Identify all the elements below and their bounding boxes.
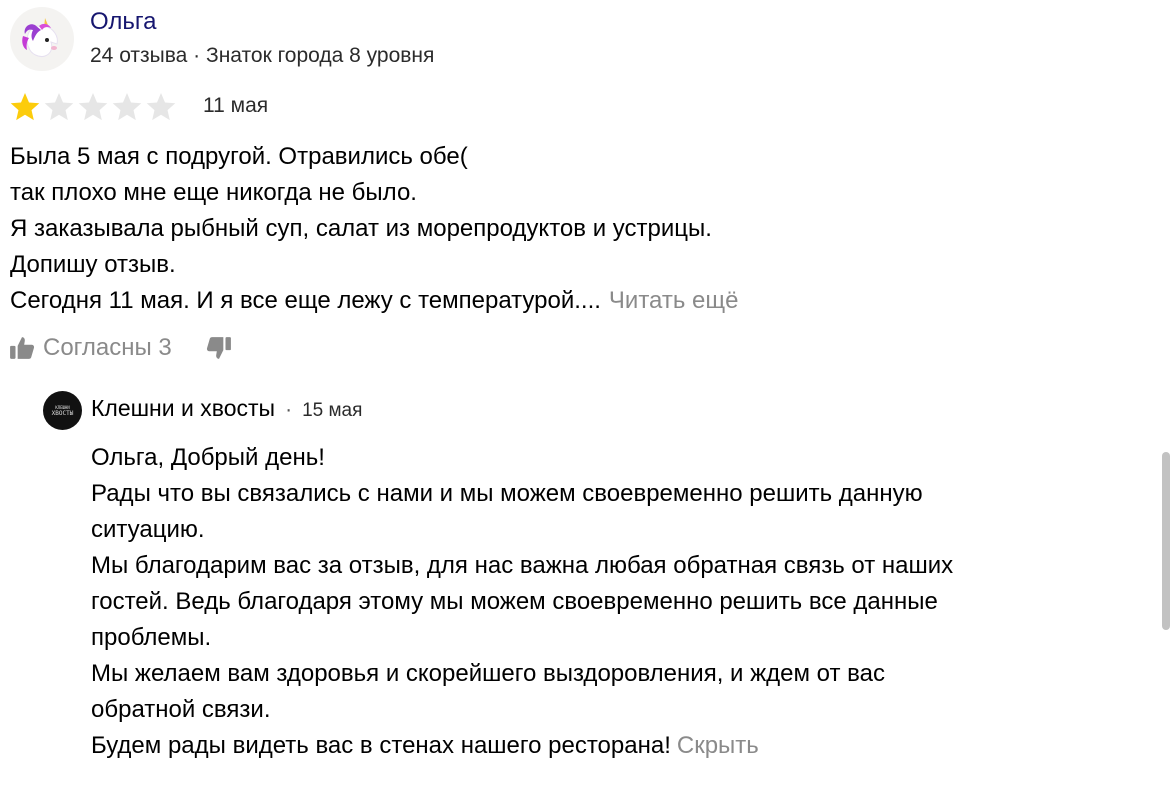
reply-text: Ольга, Добрый день! Рады что вы связалис… bbox=[91, 440, 1101, 764]
review-text-line: так плохо мне еще никогда не было. bbox=[10, 179, 417, 206]
reply-text-line: проблемы. bbox=[91, 624, 212, 651]
author-meta: 24 отзыва · Знаток города 8 уровня bbox=[90, 44, 435, 67]
review-text-line: Сегодня 11 мая. И я все еще лежу с темпе… bbox=[10, 283, 1110, 319]
reply-date: 15 мая bbox=[302, 400, 363, 421]
read-more-link[interactable]: Читать ещё bbox=[609, 287, 739, 314]
business-name[interactable]: Клешни и хвосты bbox=[91, 395, 275, 422]
dislike-button[interactable] bbox=[206, 335, 232, 361]
reply-text-line: Будем рады видеть вас в стенах нашего ре… bbox=[91, 728, 1101, 764]
reply-text-line: Ольга, Добрый день! bbox=[91, 444, 325, 471]
vote-bar: Согласны 3 bbox=[9, 334, 232, 362]
rating-stars bbox=[9, 91, 177, 123]
thumbs-up-icon bbox=[10, 337, 35, 359]
thumbs-down-icon bbox=[206, 337, 231, 359]
reply-text-line: гостей. Ведь благодаря этому мы можем св… bbox=[91, 588, 938, 615]
review-text: Была 5 мая с подругой. Отравились обе( т… bbox=[10, 139, 1110, 319]
review-text-line: Я заказывала рыбный суп, салат из морепр… bbox=[10, 215, 712, 242]
reply-text-last: Будем рады видеть вас в стенах нашего ре… bbox=[91, 732, 671, 759]
reply-text-line: Мы желаем вам здоровья и скорейшего вызд… bbox=[91, 660, 885, 687]
reply-text-line: ситуацию. bbox=[91, 516, 205, 543]
star-icon bbox=[112, 93, 142, 121]
author-name[interactable]: Ольга bbox=[90, 8, 156, 36]
hide-reply-link[interactable]: Скрыть bbox=[677, 732, 759, 759]
reply-separator: · bbox=[285, 398, 293, 421]
business-avatar-text: ХВОСТЫ bbox=[51, 409, 74, 417]
reply-text-line: Мы благодарим вас за отзыв, для нас важн… bbox=[91, 552, 954, 579]
star-icon bbox=[146, 93, 176, 121]
scrollbar-thumb[interactable] bbox=[1162, 452, 1170, 630]
review-text-last: Сегодня 11 мая. И я все еще лежу с темпе… bbox=[10, 287, 601, 314]
star-icon bbox=[78, 93, 108, 121]
like-button[interactable]: Согласны 3 bbox=[9, 334, 172, 362]
review-text-line: Была 5 мая с подругой. Отравились обе( bbox=[10, 143, 468, 170]
business-avatar: КЛЕШНИ ХВОСТЫ bbox=[43, 391, 82, 430]
avatar[interactable] bbox=[10, 7, 74, 71]
reply-header: Клешни и хвосты · 15 мая bbox=[91, 395, 362, 422]
reply-text-line: обратной связи. bbox=[91, 696, 271, 723]
star-icon bbox=[10, 93, 40, 121]
review-date: 11 мая bbox=[203, 94, 269, 117]
star-icon bbox=[44, 93, 74, 121]
unicorn-icon bbox=[22, 18, 58, 57]
agree-label: Согласны 3 bbox=[43, 334, 172, 361]
reply-text-line: Рады что вы связались с нами и мы можем … bbox=[91, 480, 923, 507]
review-text-line: Допишу отзыв. bbox=[10, 251, 176, 278]
